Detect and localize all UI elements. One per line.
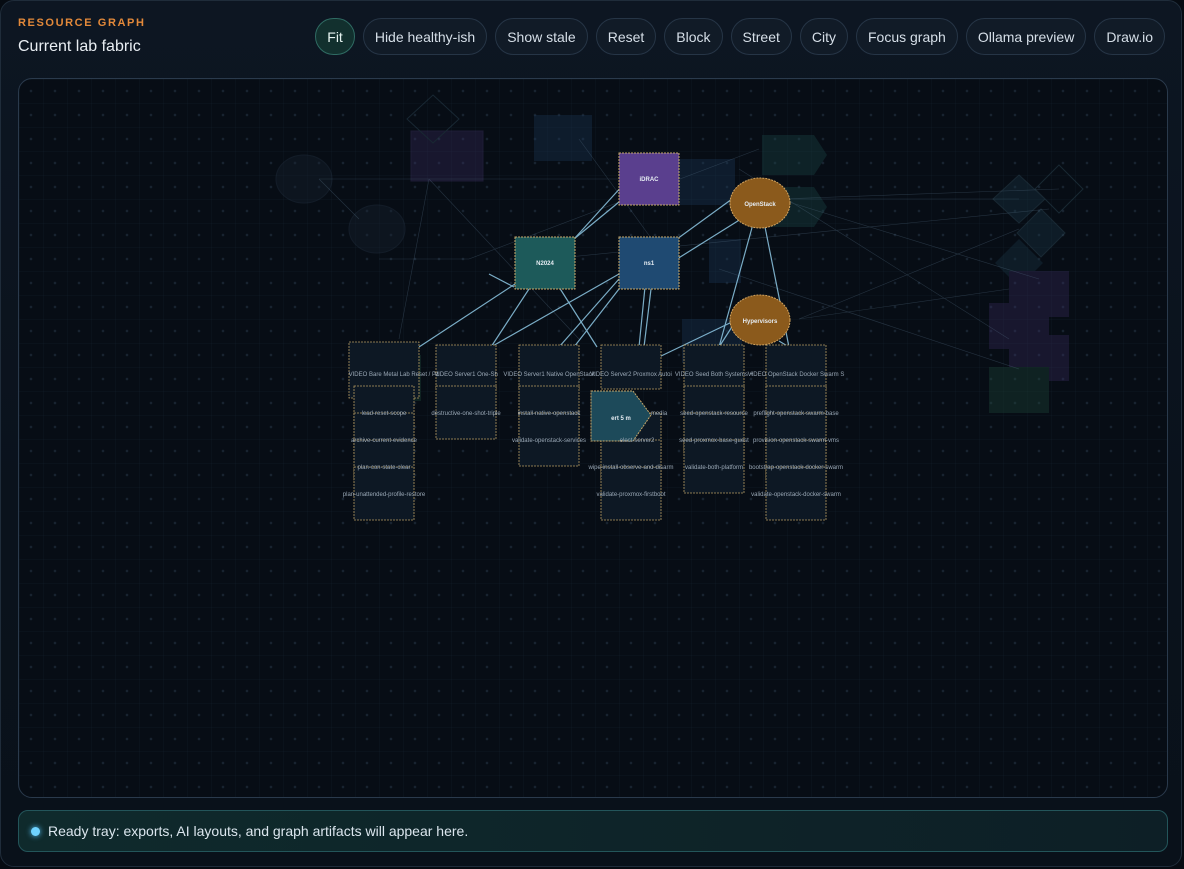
task-label: destructive-one-shot-triple — [431, 411, 501, 417]
task-label: validate-both-platform — [685, 465, 743, 471]
task-label: seed-openstack-resource — [680, 411, 748, 417]
task-stacks — [353, 385, 827, 521]
task-label: seed-proxmox-base-guest — [679, 438, 749, 444]
task-label: plan-con-state-clear — [357, 465, 410, 471]
block-button[interactable]: Block — [664, 18, 723, 55]
node-openstack[interactable]: OpenStack — [729, 177, 791, 229]
ollama-preview-button[interactable]: Ollama preview — [965, 18, 1087, 55]
page-title: Current lab fabric — [18, 38, 141, 55]
status-dot-icon — [31, 826, 40, 836]
video-box[interactable] — [600, 344, 662, 390]
node-idrac[interactable]: iDRAC — [618, 152, 680, 206]
header: RESOURCE GRAPH Current lab fabric — [18, 17, 146, 56]
fit-button[interactable]: Fit — [315, 18, 355, 55]
task-label: archive-current-evidence — [351, 438, 418, 444]
task-label: validate-openstack-docker-swarm — [751, 492, 841, 498]
task-label: validate-openstack-services — [512, 438, 586, 444]
show-stale-button[interactable]: Show stale — [495, 18, 588, 55]
video-label: VIDEO Server1 Native OpenStack — [503, 372, 595, 378]
node-label-openstack: OpenStack — [744, 202, 776, 208]
node-label-n2024: N2024 — [536, 261, 554, 267]
graph-toolbar: Fit Hide healthy-ish Show stale Reset Bl… — [315, 18, 1165, 55]
task-label: media — [651, 411, 668, 417]
node-label-hypervisors: Hypervisors — [743, 319, 778, 325]
video-label: VIDEO Server1 One-Sh — [434, 372, 498, 378]
graph-canvas[interactable]: iDRAC OpenStack N2024 ns1 Hypervisors er… — [18, 78, 1168, 798]
ready-tray: Ready tray: exports, AI layouts, and gra… — [18, 810, 1168, 852]
task-label: lead-reset-scope — [362, 411, 407, 417]
reset-button[interactable]: Reset — [595, 18, 657, 55]
video-box[interactable] — [518, 344, 580, 390]
video-label: VIDEO OpenStack Docker Swarm S — [748, 372, 845, 378]
video-box[interactable] — [683, 344, 745, 390]
hide-healthy-button[interactable]: Hide healthy-ish — [362, 18, 488, 55]
node-n2024[interactable]: N2024 — [514, 236, 576, 290]
video-box[interactable] — [765, 344, 827, 390]
focus-graph-button[interactable]: Focus graph — [856, 18, 958, 55]
task-label: validate-proxmox-firstboot — [596, 492, 665, 498]
task-label: plan-unattended-profile-restore — [343, 492, 426, 498]
graph-svg: iDRAC OpenStack N2024 ns1 Hypervisors er… — [275, 94, 1084, 521]
task-label: bootstrap-openstack-docker-swarm — [749, 465, 843, 471]
node-hypervisors[interactable]: Hypervisors — [729, 294, 791, 346]
node-label-ns1: ns1 — [644, 261, 655, 267]
task-label: elect-server2 — [620, 438, 655, 444]
drawio-button[interactable]: Draw.io — [1094, 18, 1165, 55]
task-label: provision-openstack-swarm-vms — [753, 438, 839, 444]
node-ns1[interactable]: ns1 — [618, 236, 680, 290]
video-label: VIDEO Bare Metal Lab Reset / P1 — [349, 372, 440, 378]
video-box[interactable] — [435, 344, 497, 390]
video-labels: VIDEO Bare Metal Lab Reset / P1 VIDEO Se… — [349, 372, 845, 378]
street-button[interactable]: Street — [730, 18, 792, 55]
task-label: wipe-install-observe-and-disarm — [587, 465, 673, 471]
video-label: VIDEO Server2 Proxmox Autoi — [590, 372, 672, 378]
section-eyebrow: RESOURCE GRAPH — [18, 17, 146, 29]
node-label-server-pill: ert 5 m — [611, 416, 631, 422]
tray-message: Ready tray: exports, AI layouts, and gra… — [48, 823, 469, 839]
app-window: RESOURCE GRAPH Current lab fabric Fit Hi… — [0, 0, 1182, 867]
video-label: VIDEO Seed Both Systems + — [675, 372, 754, 378]
city-button[interactable]: City — [799, 18, 848, 55]
node-label-idrac: iDRAC — [640, 177, 660, 183]
task-label: install-native-openstack — [518, 411, 582, 417]
task-label: preflight-openstack-swarm-base — [753, 411, 839, 417]
